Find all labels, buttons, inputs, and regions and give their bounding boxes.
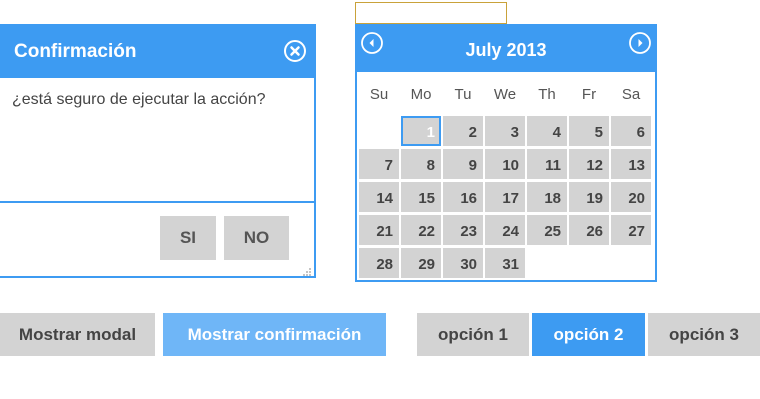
resize-grip-icon[interactable] [302, 264, 312, 276]
calendar-day[interactable]: 16 [443, 182, 483, 212]
no-button[interactable]: NO [224, 216, 289, 260]
date-input[interactable] [355, 2, 507, 24]
calendar-day[interactable]: 8 [401, 149, 441, 179]
dialog-header[interactable]: Confirmación [0, 26, 314, 78]
calendar-day[interactable]: 26 [569, 215, 609, 245]
chevron-right-icon[interactable] [628, 31, 652, 55]
weekday-header: Fr [581, 86, 597, 103]
weekday-header: Mo [410, 86, 432, 103]
show-confirmation-button[interactable]: Mostrar confirmación [163, 313, 386, 356]
calendar-header: July 2013 [357, 26, 655, 72]
close-icon[interactable] [284, 40, 306, 62]
calendar-day[interactable]: 28 [359, 248, 399, 278]
calendar-day[interactable]: 17 [485, 182, 525, 212]
dialog-message: ¿está seguro de ejecutar la acción? [12, 91, 266, 108]
calendar-day[interactable]: 12 [569, 149, 609, 179]
calendar-day[interactable]: 19 [569, 182, 609, 212]
calendar-day[interactable]: 29 [401, 248, 441, 278]
weekday-header: We [493, 86, 517, 103]
calendar-day[interactable]: 15 [401, 182, 441, 212]
calendar-day[interactable]: 25 [527, 215, 567, 245]
weekday-header: Su [369, 86, 389, 103]
calendar-day[interactable]: 7 [359, 149, 399, 179]
calendar-day[interactable]: 14 [359, 182, 399, 212]
calendar-day[interactable]: 1 [401, 116, 441, 146]
calendar-day[interactable]: 21 [359, 215, 399, 245]
calendar-month-title: July 2013 [465, 40, 547, 60]
weekday-header: Th [538, 86, 556, 103]
calendar-day[interactable]: 30 [443, 248, 483, 278]
calendar-day[interactable]: 4 [527, 116, 567, 146]
calendar-day[interactable]: 27 [611, 215, 651, 245]
datepicker-calendar: July 2013 Su Mo Tu We Th Fr Sa 1 2 3 4 5 6 7 8 9 10 11 12 1… [355, 24, 657, 282]
option-2-button[interactable]: opción 2 [532, 313, 645, 356]
dialog-divider [0, 201, 314, 203]
calendar-day[interactable]: 2 [443, 116, 483, 146]
calendar-day[interactable]: 3 [485, 116, 525, 146]
calendar-day[interactable]: 9 [443, 149, 483, 179]
calendar-day[interactable]: 10 [485, 149, 525, 179]
calendar-day[interactable]: 22 [401, 215, 441, 245]
calendar-day[interactable]: 5 [569, 116, 609, 146]
option-1-button[interactable]: opción 1 [417, 313, 529, 356]
calendar-day[interactable]: 18 [527, 182, 567, 212]
calendar-day[interactable]: 20 [611, 182, 651, 212]
calendar-day[interactable]: 24 [485, 215, 525, 245]
weekday-header: Tu [454, 86, 472, 103]
dialog-title: Confirmación [14, 41, 137, 62]
calendar-day[interactable]: 23 [443, 215, 483, 245]
yes-button[interactable]: SI [160, 216, 216, 260]
confirm-dialog: Confirmación ¿está seguro de ejecutar la… [0, 24, 316, 278]
calendar-day[interactable]: 13 [611, 149, 651, 179]
calendar-day[interactable]: 11 [527, 149, 567, 179]
weekday-header: Sa [621, 86, 641, 103]
option-3-button[interactable]: opción 3 [648, 313, 760, 356]
show-modal-button[interactable]: Mostrar modal [0, 313, 155, 356]
calendar-day[interactable]: 31 [485, 248, 525, 278]
calendar-day[interactable]: 6 [611, 116, 651, 146]
